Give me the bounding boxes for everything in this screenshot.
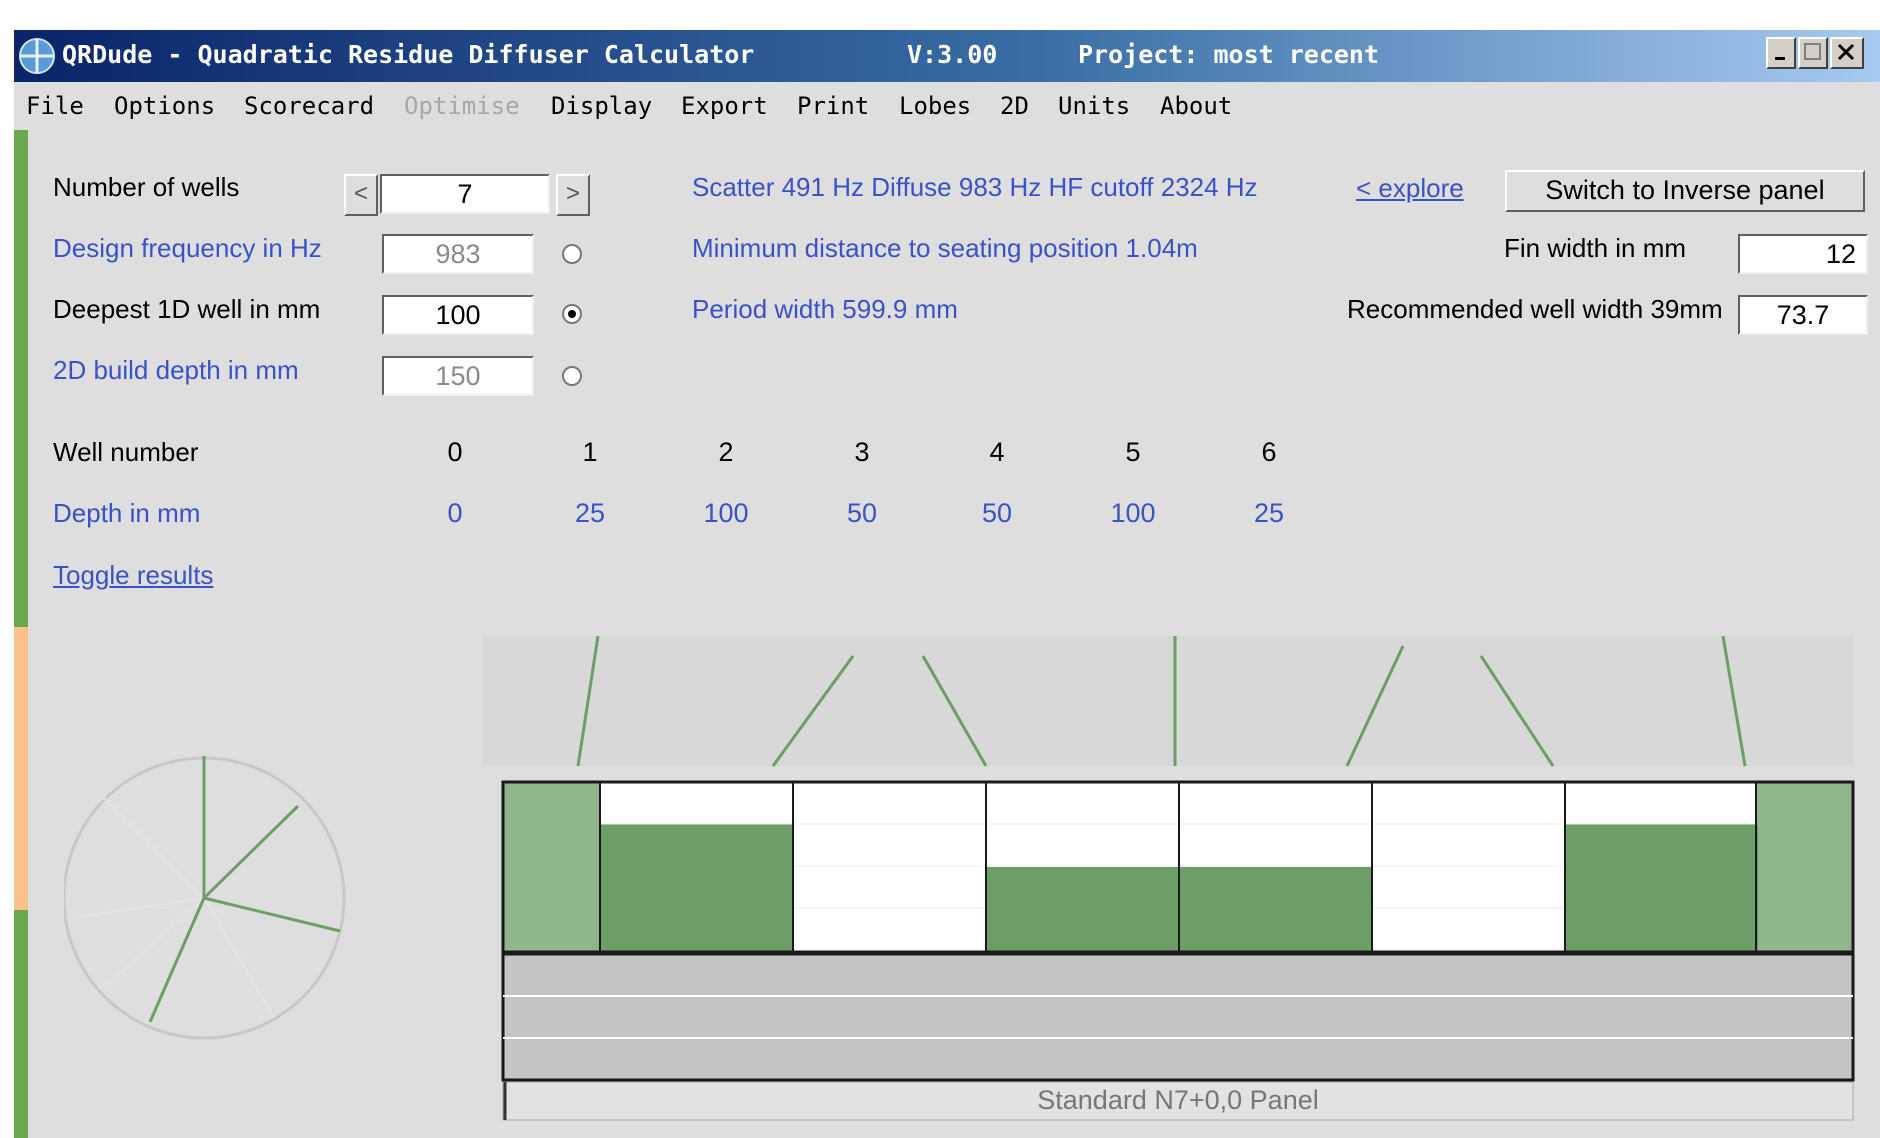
deepest-well-field[interactable]: 100	[382, 295, 534, 335]
well-number-cell: 0	[447, 437, 463, 467]
recommended-well-field[interactable]: 73.7	[1738, 295, 1868, 335]
build-depth-label: 2D build depth in mm	[53, 355, 299, 385]
well-block-6	[1565, 824, 1758, 952]
menu-scorecard[interactable]: Scorecard	[244, 92, 374, 120]
version-label: V:3.00	[907, 40, 998, 69]
menu-options[interactable]: Options	[114, 92, 215, 120]
menu-file[interactable]: File	[26, 92, 84, 120]
panel-end-left	[503, 782, 600, 952]
maximize-icon	[1804, 43, 1821, 60]
well-block-3	[986, 867, 1179, 952]
menu-bar: File Options Scorecard Optimise Display …	[14, 82, 1880, 128]
toggle-results-link[interactable]: Toggle results	[53, 560, 213, 591]
build-depth-field[interactable]: 150	[382, 356, 534, 396]
period-width-info: Period width 599.9 mm	[692, 294, 958, 324]
wells-increment-button[interactable]: >	[556, 174, 590, 216]
well-number-cell: 2	[718, 437, 734, 467]
status-sidebar-highlight	[14, 627, 28, 910]
recommended-well-label: Recommended well width 39mm	[1347, 294, 1723, 324]
menu-units[interactable]: Units	[1058, 92, 1130, 120]
depth-label: Depth in mm	[53, 498, 201, 528]
well-depth-cell: 25	[1253, 498, 1285, 528]
menu-about[interactable]: About	[1160, 92, 1232, 120]
deepest-well-label: Deepest 1D well in mm	[53, 294, 321, 324]
app-window: QRDude - Quadratic Residue Diffuser Calc…	[14, 30, 1880, 1138]
explore-link[interactable]: < explore	[1356, 173, 1464, 204]
diagram-background	[483, 636, 1853, 766]
design-frequency-radio[interactable]	[562, 244, 582, 264]
menu-2d[interactable]: 2D	[1000, 92, 1029, 120]
panel-caption: Standard N7+0,0 Panel	[1037, 1085, 1318, 1115]
diffuser-cross-section: Standard N7+0,0 Panel	[483, 636, 1855, 1121]
min-distance-info: Minimum distance to seating position 1.0…	[692, 233, 1198, 263]
well-number-cell: 1	[582, 437, 598, 467]
maximize-button[interactable]	[1798, 37, 1828, 69]
frequency-info: Scatter 491 Hz Diffuse 983 Hz HF cutoff …	[692, 172, 1258, 202]
well-block-1	[600, 824, 793, 952]
num-wells-field[interactable]: 7	[380, 174, 550, 214]
menu-optimise: Optimise	[404, 92, 520, 120]
well-depth-cell: 100	[703, 498, 749, 528]
window-title: QRDude - Quadratic Residue Diffuser Calc…	[62, 40, 755, 69]
well-depth-cell: 0	[447, 498, 463, 528]
menu-display[interactable]: Display	[551, 92, 652, 120]
close-icon	[1837, 43, 1855, 61]
design-frequency-label: Design frequency in Hz	[53, 233, 322, 263]
well-block-4	[1179, 867, 1372, 952]
wells-decrement-button[interactable]: <	[344, 174, 378, 216]
well-number-cell: 5	[1125, 437, 1141, 467]
build-depth-radio[interactable]	[562, 366, 582, 386]
title-bar[interactable]: QRDude - Quadratic Residue Diffuser Calc…	[14, 30, 1880, 82]
deepest-well-radio[interactable]	[562, 304, 582, 324]
menu-print[interactable]: Print	[797, 92, 869, 120]
fin-width-label: Fin width in mm	[1504, 233, 1687, 263]
project-label: Project: most recent	[1078, 40, 1380, 69]
minimize-icon	[1775, 57, 1785, 60]
polar-response-plot	[64, 756, 346, 1040]
well-number-cell: 4	[989, 437, 1005, 467]
switch-inverse-button[interactable]: Switch to Inverse panel	[1505, 170, 1865, 212]
well-depth-cell: 50	[981, 498, 1013, 528]
app-icon	[19, 38, 55, 74]
close-button[interactable]	[1830, 37, 1864, 69]
minimize-button[interactable]	[1766, 37, 1796, 69]
menu-export[interactable]: Export	[681, 92, 768, 120]
num-wells-label: Number of wells	[53, 172, 240, 202]
well-number-cell: 3	[854, 437, 870, 467]
well-number-label: Well number	[53, 437, 199, 467]
fin-width-field[interactable]: 12	[1738, 234, 1868, 274]
menu-lobes[interactable]: Lobes	[899, 92, 971, 120]
well-depth-cell: 25	[574, 498, 606, 528]
panel-end-right	[1756, 782, 1853, 952]
panel-base	[501, 952, 1855, 1082]
well-depth-cell: 50	[846, 498, 878, 528]
status-sidebar	[14, 130, 28, 1138]
well-number-cell: 6	[1261, 437, 1277, 467]
design-frequency-field[interactable]: 983	[382, 234, 534, 274]
well-depth-cell: 100	[1110, 498, 1156, 528]
